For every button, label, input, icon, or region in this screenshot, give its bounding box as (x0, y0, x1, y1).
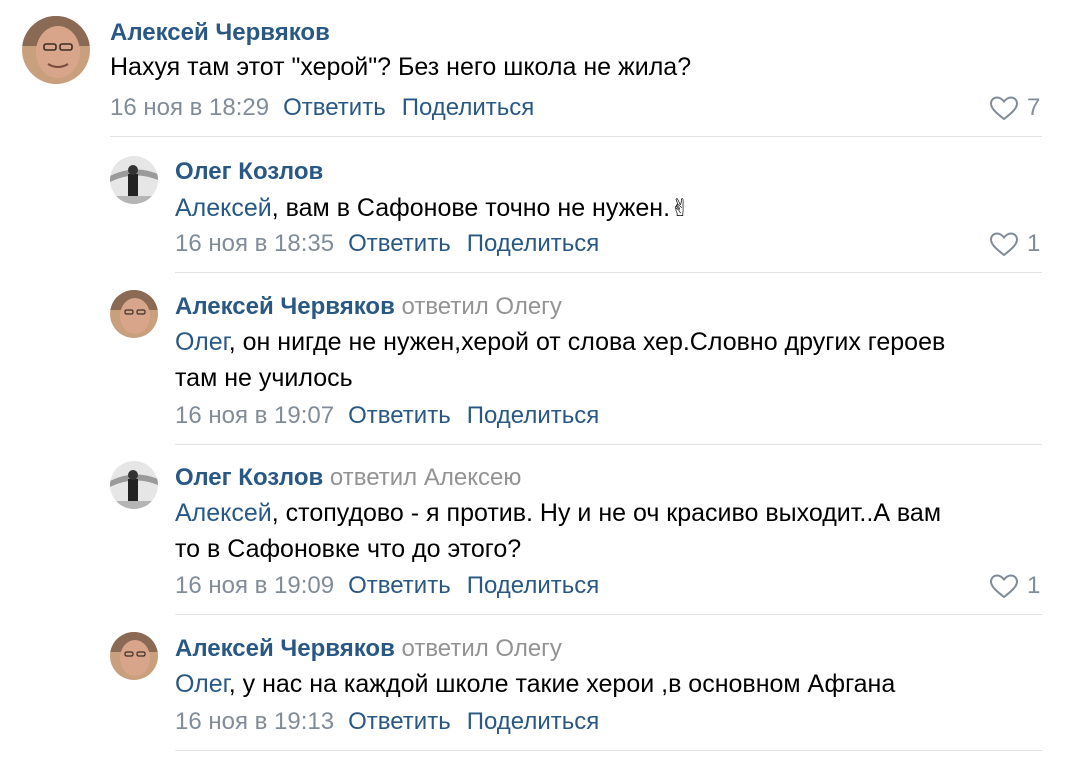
comment-thread: Алексей Червяков Нахуя там этот "херой"?… (0, 0, 1074, 760)
avatar[interactable] (110, 632, 158, 680)
heart-icon (989, 96, 1019, 121)
comment-text-line2: там не училось (175, 364, 353, 392)
like-button[interactable]: 1 (989, 231, 1040, 257)
comment-author[interactable]: Олег Козлов ответил Алексею (175, 466, 521, 490)
avatar[interactable] (110, 461, 158, 509)
comment-author[interactable]: Алексей Червяков (110, 21, 330, 45)
user-avatar-photo-icon (110, 461, 158, 509)
comment-text: Алексей, стопудово - я против. Ну и не о… (175, 499, 942, 527)
comment-author[interactable]: Алексей Червяков ответил Олегу (175, 295, 562, 319)
heart-icon (989, 232, 1019, 257)
comment-text-line2: то в Сафоновке что до этого? (175, 535, 522, 563)
user-avatar-photo-icon (110, 290, 158, 338)
comment-meta: 16 ноя в 18:29 Ответить Поделиться (110, 96, 550, 120)
like-button[interactable]: 1 (989, 573, 1040, 599)
divider (175, 750, 1042, 751)
comment-date[interactable]: 16 ноя в 19:09 (175, 572, 334, 599)
avatar[interactable] (110, 290, 158, 338)
mention-link[interactable]: Олег (175, 328, 229, 356)
divider (175, 614, 1042, 615)
replied-to-label[interactable]: ответил Алексею (330, 464, 521, 491)
reply-button[interactable]: Ответить (283, 94, 386, 121)
divider (175, 444, 1042, 445)
comment-date[interactable]: 16 ноя в 19:13 (175, 708, 334, 735)
comment-text: Олег, у нас на каждой школе такие херои … (175, 670, 896, 698)
heart-icon (989, 574, 1019, 599)
avatar[interactable] (110, 156, 158, 204)
comment-author[interactable]: Алексей Червяков ответил Олегу (175, 637, 562, 661)
mention-link[interactable]: Олег (175, 670, 229, 698)
comment-date[interactable]: 16 ноя в 18:29 (110, 94, 269, 121)
victory-hand-icon: ✌ (670, 195, 691, 222)
comment-meta: 16 ноя в 18:35 Ответить Поделиться (175, 232, 615, 256)
mention-link[interactable]: Алексей (175, 194, 272, 222)
user-avatar-photo-icon (22, 16, 90, 84)
like-count: 7 (1027, 94, 1041, 121)
comment-text: Олег, он нигде не нужен,херой от слова х… (175, 328, 946, 356)
comment-date[interactable]: 16 ноя в 19:07 (175, 402, 334, 429)
like-button[interactable]: 7 (989, 95, 1040, 121)
reply-button[interactable]: Ответить (348, 230, 451, 257)
share-button[interactable]: Поделиться (402, 94, 535, 121)
share-button[interactable]: Поделиться (467, 708, 600, 735)
comment-meta: 16 ноя в 19:13 Ответить Поделиться (175, 710, 615, 734)
comment-text: Алексей, вам в Сафонове точно не нужен.✌ (175, 194, 691, 222)
share-button[interactable]: Поделиться (467, 572, 600, 599)
user-avatar-photo-icon (110, 632, 158, 680)
user-avatar-photo-icon (110, 156, 158, 204)
mention-link[interactable]: Алексей (175, 499, 272, 527)
like-count: 1 (1027, 230, 1041, 257)
reply-button[interactable]: Ответить (348, 402, 451, 429)
comment-author[interactable]: Олег Козлов (175, 160, 323, 184)
avatar[interactable] (22, 16, 90, 84)
comment-meta: 16 ноя в 19:09 Ответить Поделиться (175, 574, 615, 598)
reply-button[interactable]: Ответить (348, 708, 451, 735)
replied-to-label[interactable]: ответил Олегу (402, 635, 562, 662)
comment-date[interactable]: 16 ноя в 18:35 (175, 230, 334, 257)
comment-meta: 16 ноя в 19:07 Ответить Поделиться (175, 404, 615, 428)
like-count: 1 (1027, 572, 1041, 599)
comment-text: Нахуя там этот "херой"? Без него школа н… (110, 53, 692, 81)
reply-button[interactable]: Ответить (348, 572, 451, 599)
share-button[interactable]: Поделиться (467, 402, 600, 429)
divider (175, 272, 1042, 273)
divider (110, 136, 1042, 137)
replied-to-label[interactable]: ответил Олегу (402, 293, 562, 320)
share-button[interactable]: Поделиться (467, 230, 600, 257)
